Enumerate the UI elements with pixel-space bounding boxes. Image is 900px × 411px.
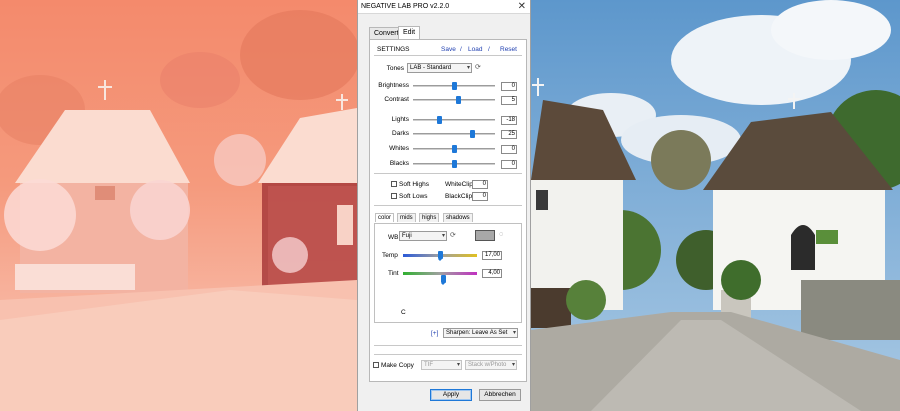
load-link[interactable]: Load <box>468 46 482 53</box>
eyedropper-icon[interactable]: ◌ <box>499 231 503 238</box>
slider-value-input[interactable]: 0 <box>501 82 517 91</box>
save-link[interactable]: Save <box>441 46 456 53</box>
tones-label: Tones <box>386 65 404 72</box>
slider-label: Whites <box>389 145 409 152</box>
slider-label: Brightness <box>378 82 409 89</box>
wb-select[interactable]: Fuji ▾ <box>399 231 447 241</box>
slider-value-input[interactable]: 25 <box>501 130 517 139</box>
tint-slider-thumb[interactable] <box>441 275 447 285</box>
slider-value-input[interactable]: 0 <box>501 145 517 154</box>
settings-label: SETTINGS <box>377 46 410 53</box>
chevron-down-icon: ▾ <box>456 362 460 368</box>
divider <box>374 173 522 174</box>
sharpen-select[interactable]: Sharpen: Leave As Set ▾ <box>443 328 518 338</box>
tab-mids[interactable]: mids <box>397 213 416 222</box>
divider <box>374 55 522 56</box>
whiteclip-label: WhiteClip <box>445 181 473 188</box>
slider-thumb[interactable] <box>455 96 461 104</box>
tab-color[interactable]: color <box>375 213 395 222</box>
make-copy-checkbox[interactable] <box>373 362 379 368</box>
soft-lows-checkbox[interactable] <box>391 193 397 199</box>
wb-label: WB <box>388 234 399 241</box>
plugin-window: NEGATIVE LAB PRO v2.2.0 ✕ Convert Edit S… <box>357 0 531 411</box>
temp-input[interactable]: 17,00 <box>482 251 502 260</box>
slider-track[interactable] <box>413 119 495 121</box>
slider-track[interactable] <box>413 133 495 135</box>
c-label: C <box>401 309 406 316</box>
expand-sharpen-button[interactable]: [+] <box>431 330 438 337</box>
slider-thumb[interactable] <box>436 116 442 124</box>
chevron-down-icon: ▾ <box>466 65 470 71</box>
slider-label: Lights <box>391 116 409 123</box>
slider-label: Darks <box>392 130 409 137</box>
slider-thumb[interactable] <box>451 145 457 153</box>
refresh-icon[interactable]: ⟳ <box>450 231 456 239</box>
tones-select[interactable]: LAB - Standard ▾ <box>407 63 472 73</box>
wb-color-swatch[interactable] <box>475 230 495 241</box>
chevron-down-icon: ▾ <box>512 330 516 336</box>
blackclip-label: BlackClip <box>445 193 473 200</box>
tint-slider[interactable] <box>403 272 477 275</box>
soft-highs-label: Soft Highs <box>399 181 429 188</box>
slider-value-input[interactable]: -18 <box>501 116 517 125</box>
tab-edit[interactable]: Edit <box>398 26 421 39</box>
close-icon[interactable]: ✕ <box>518 1 526 12</box>
temp-label: Temp <box>382 252 398 259</box>
whiteclip-input[interactable]: 0 <box>472 180 488 189</box>
make-copy-label: Make Copy <box>381 362 414 369</box>
divider <box>374 354 522 355</box>
positive-image <box>531 0 900 411</box>
divider <box>374 345 522 346</box>
refresh-icon[interactable]: ⟳ <box>475 63 481 71</box>
negative-image <box>0 0 357 411</box>
soft-lows-label: Soft Lows <box>399 193 428 200</box>
cancel-button[interactable]: Abbrechen <box>479 389 521 401</box>
slider-thumb[interactable] <box>469 130 475 138</box>
slider-thumb[interactable] <box>451 160 457 168</box>
window-title: NEGATIVE LAB PRO v2.2.0 <box>361 3 450 10</box>
chevron-down-icon: ▾ <box>511 362 515 368</box>
reset-link[interactable]: Reset <box>500 46 517 53</box>
tint-input[interactable]: 4,00 <box>482 269 502 278</box>
settings-separator: / <box>460 46 462 53</box>
title-bar: NEGATIVE LAB PRO v2.2.0 ✕ <box>358 0 530 14</box>
apply-button[interactable]: Apply <box>430 389 472 401</box>
tint-label: Tint <box>388 270 399 277</box>
chevron-down-icon: ▾ <box>441 233 445 239</box>
copy-format-select[interactable]: TIF ▾ <box>421 360 462 370</box>
soft-highs-checkbox[interactable] <box>391 181 397 187</box>
slider-value-input[interactable]: 0 <box>501 160 517 169</box>
blackclip-input[interactable]: 0 <box>472 192 488 201</box>
stack-select[interactable]: Stack w/Photo ▾ <box>465 360 517 370</box>
temp-slider-thumb[interactable] <box>437 251 443 261</box>
settings-separator: / <box>488 46 490 53</box>
tab-shadows[interactable]: shadows <box>443 213 473 222</box>
slider-label: Blacks <box>389 160 409 167</box>
divider <box>374 205 522 206</box>
slider-label: Contrast <box>384 96 409 103</box>
slider-track[interactable] <box>413 99 495 101</box>
tab-highs[interactable]: highs <box>419 213 440 222</box>
slider-thumb[interactable] <box>451 82 457 90</box>
slider-value-input[interactable]: 5 <box>501 96 517 105</box>
